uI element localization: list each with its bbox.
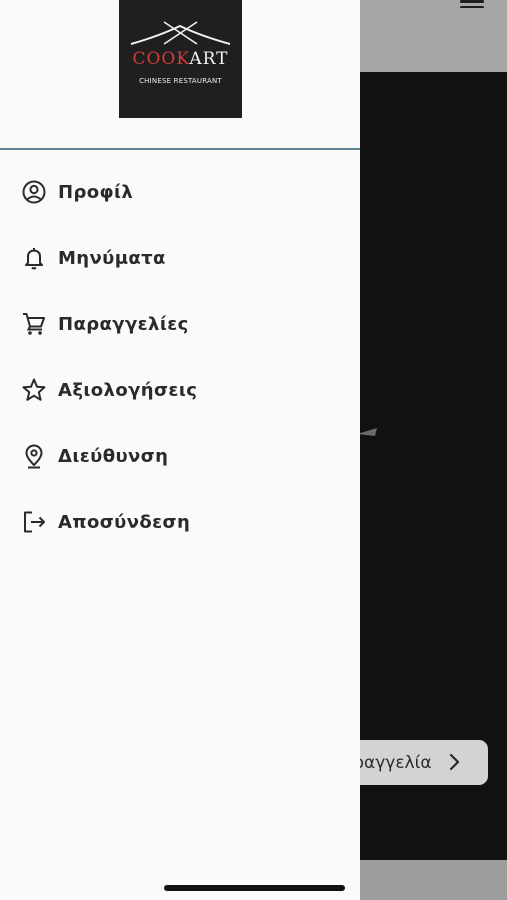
bell-icon bbox=[21, 245, 47, 271]
cart-icon bbox=[21, 311, 47, 337]
star-icon bbox=[21, 377, 47, 403]
navigation-drawer: COOKART CHINESE RESTAURANT Προφίλ Μηνύμα… bbox=[0, 0, 360, 900]
menu-item-label: Αποσύνδεση bbox=[58, 511, 191, 533]
chevron-right-icon bbox=[449, 753, 460, 771]
menu-item-logout[interactable]: Αποσύνδεση bbox=[0, 489, 360, 555]
home-indicator[interactable] bbox=[164, 885, 345, 891]
menu-item-label: Παραγγελίες bbox=[58, 313, 189, 335]
logout-icon bbox=[21, 509, 47, 535]
app-screen: αραγγελία COOKART CHINESE RESTAURANT Προ… bbox=[0, 0, 507, 900]
menu-item-profile[interactable]: Προφίλ bbox=[0, 159, 360, 225]
hamburger-menu-icon[interactable] bbox=[460, 0, 484, 12]
menu-item-label: Διεύθυνση bbox=[58, 445, 169, 467]
pagoda-roof-icon bbox=[130, 21, 231, 45]
drawer-header: COOKART CHINESE RESTAURANT bbox=[0, 0, 360, 150]
menu-item-label: Προφίλ bbox=[58, 181, 134, 203]
menu-item-address[interactable]: Διεύθυνση bbox=[0, 423, 360, 489]
restaurant-logo: COOKART CHINESE RESTAURANT bbox=[119, 0, 242, 118]
menu-item-label: Αξιολογήσεις bbox=[58, 379, 198, 401]
location-pin-icon bbox=[21, 443, 47, 469]
account-circle-icon bbox=[21, 179, 47, 205]
logo-wordmark-cook: COOK bbox=[132, 49, 190, 69]
logo-wordmark-art: ART bbox=[189, 49, 229, 69]
logo-wordmark: COOKART bbox=[119, 48, 242, 70]
logo-subtitle: CHINESE RESTAURANT bbox=[139, 77, 222, 85]
drawer-menu: Προφίλ Μηνύματα Παραγγελίες Αξιολογήσεις… bbox=[0, 159, 360, 555]
menu-item-reviews[interactable]: Αξιολογήσεις bbox=[0, 357, 360, 423]
menu-item-messages[interactable]: Μηνύματα bbox=[0, 225, 360, 291]
menu-item-label: Μηνύματα bbox=[58, 247, 166, 269]
menu-item-orders[interactable]: Παραγγελίες bbox=[0, 291, 360, 357]
